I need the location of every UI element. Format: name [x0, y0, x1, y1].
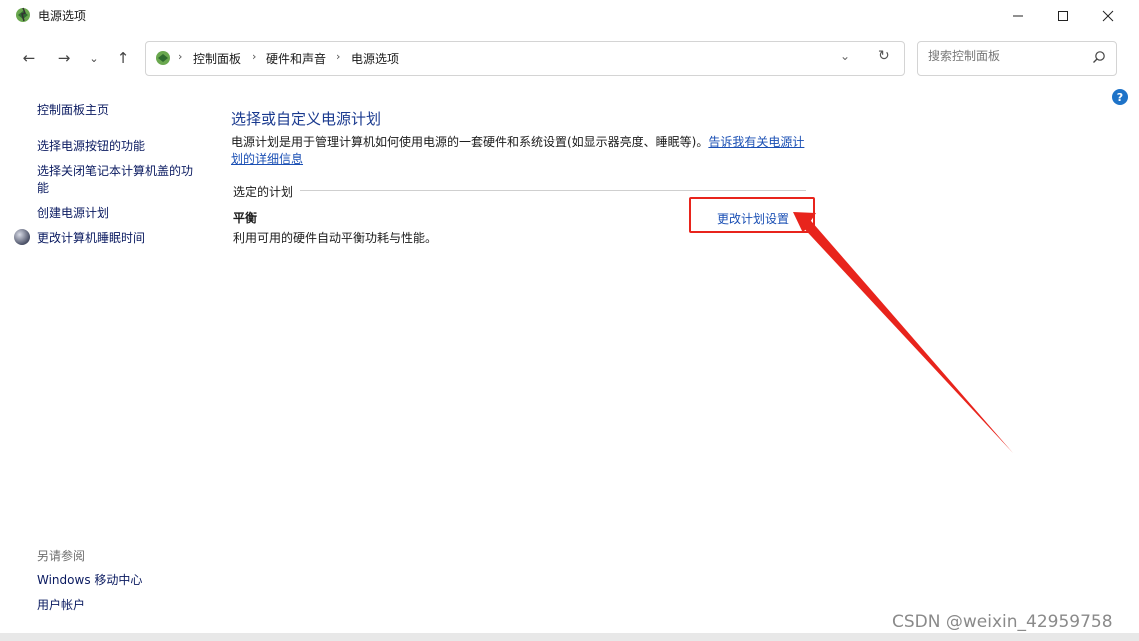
- navigation-bar: ← → ⌄ ↑ › 控制面板 › 硬件和声音 › 电源选项 ⌄ ↻: [0, 36, 1139, 80]
- sidebar-item-lid-close[interactable]: 选择关闭笔记本计算机盖的功能: [37, 163, 197, 197]
- highlight-box: [689, 197, 815, 233]
- bottom-strip: [0, 633, 1139, 641]
- see-also-heading: 另请参阅: [37, 549, 86, 563]
- title-bar: 电源选项: [0, 0, 1139, 32]
- close-button[interactable]: [1085, 0, 1131, 32]
- sidebar-item-sleep-time[interactable]: 更改计算机睡眠时间: [37, 230, 145, 247]
- watermark: CSDN @weixin_42959758: [892, 612, 1113, 632]
- sidebar-control-panel-home[interactable]: 控制面板主页: [37, 102, 109, 119]
- page-title: 选择或自定义电源计划: [231, 110, 382, 128]
- chevron-down-icon: ⌄: [89, 51, 99, 65]
- page-description: 电源计划是用于管理计算机如何使用电源的一套硬件和系统设置(如显示器亮度、睡眠等)…: [231, 134, 811, 168]
- selected-plan-heading: 选定的计划: [233, 185, 294, 199]
- arrow-shaft: [798, 214, 1013, 453]
- refresh-icon[interactable]: ↻: [878, 48, 890, 64]
- sidebar-item-create-plan[interactable]: 创建电源计划: [37, 205, 109, 222]
- forward-arrow-icon: →: [57, 49, 71, 67]
- maximize-button[interactable]: [1040, 0, 1086, 32]
- see-also-mobility-center[interactable]: Windows 移动中心: [37, 572, 142, 589]
- minimize-button[interactable]: [995, 0, 1041, 32]
- plan-name: 平衡: [233, 211, 258, 225]
- power-options-icon: [16, 7, 30, 22]
- search-icon[interactable]: [1092, 50, 1106, 64]
- breadcrumb-control-panel[interactable]: 控制面板: [193, 50, 241, 67]
- section-divider: [300, 190, 806, 191]
- back-button[interactable]: ←: [19, 48, 39, 68]
- breadcrumb-separator-icon[interactable]: ›: [252, 50, 256, 63]
- address-bar[interactable]: › 控制面板 › 硬件和声音 › 电源选项 ⌄ ↻: [145, 41, 905, 76]
- minimize-icon: [1013, 15, 1023, 17]
- description-text: 电源计划是用于管理计算机如何使用电源的一套硬件和系统设置(如显示器亮度、睡眠等)…: [231, 135, 709, 149]
- search-input[interactable]: [926, 48, 1090, 64]
- breadcrumb-hardware-sound[interactable]: 硬件和声音: [266, 50, 326, 67]
- address-dropdown-icon[interactable]: ⌄: [840, 49, 850, 63]
- recent-locations-button[interactable]: ⌄: [84, 48, 104, 68]
- sleep-moon-icon: [14, 229, 30, 245]
- sidebar-item-power-button[interactable]: 选择电源按钮的功能: [37, 138, 145, 155]
- breadcrumb-power-options[interactable]: 电源选项: [351, 50, 399, 67]
- search-box[interactable]: [917, 41, 1117, 76]
- back-arrow-icon: ←: [22, 49, 36, 67]
- plan-description: 利用可用的硬件自动平衡功耗与性能。: [233, 231, 438, 245]
- control-panel-icon: [156, 51, 170, 65]
- forward-button[interactable]: →: [54, 48, 74, 68]
- help-icon[interactable]: ?: [1112, 89, 1128, 105]
- window-title: 电源选项: [38, 9, 87, 23]
- close-icon: [1102, 10, 1114, 22]
- breadcrumb-separator-icon[interactable]: ›: [336, 50, 340, 63]
- see-also-user-accounts[interactable]: 用户帐户: [37, 597, 85, 614]
- annotation-arrow: [793, 212, 1013, 453]
- breadcrumb-separator-icon: ›: [178, 50, 183, 63]
- maximize-icon: [1058, 11, 1068, 21]
- up-arrow-icon: ↑: [116, 49, 130, 67]
- up-button[interactable]: ↑: [113, 48, 133, 68]
